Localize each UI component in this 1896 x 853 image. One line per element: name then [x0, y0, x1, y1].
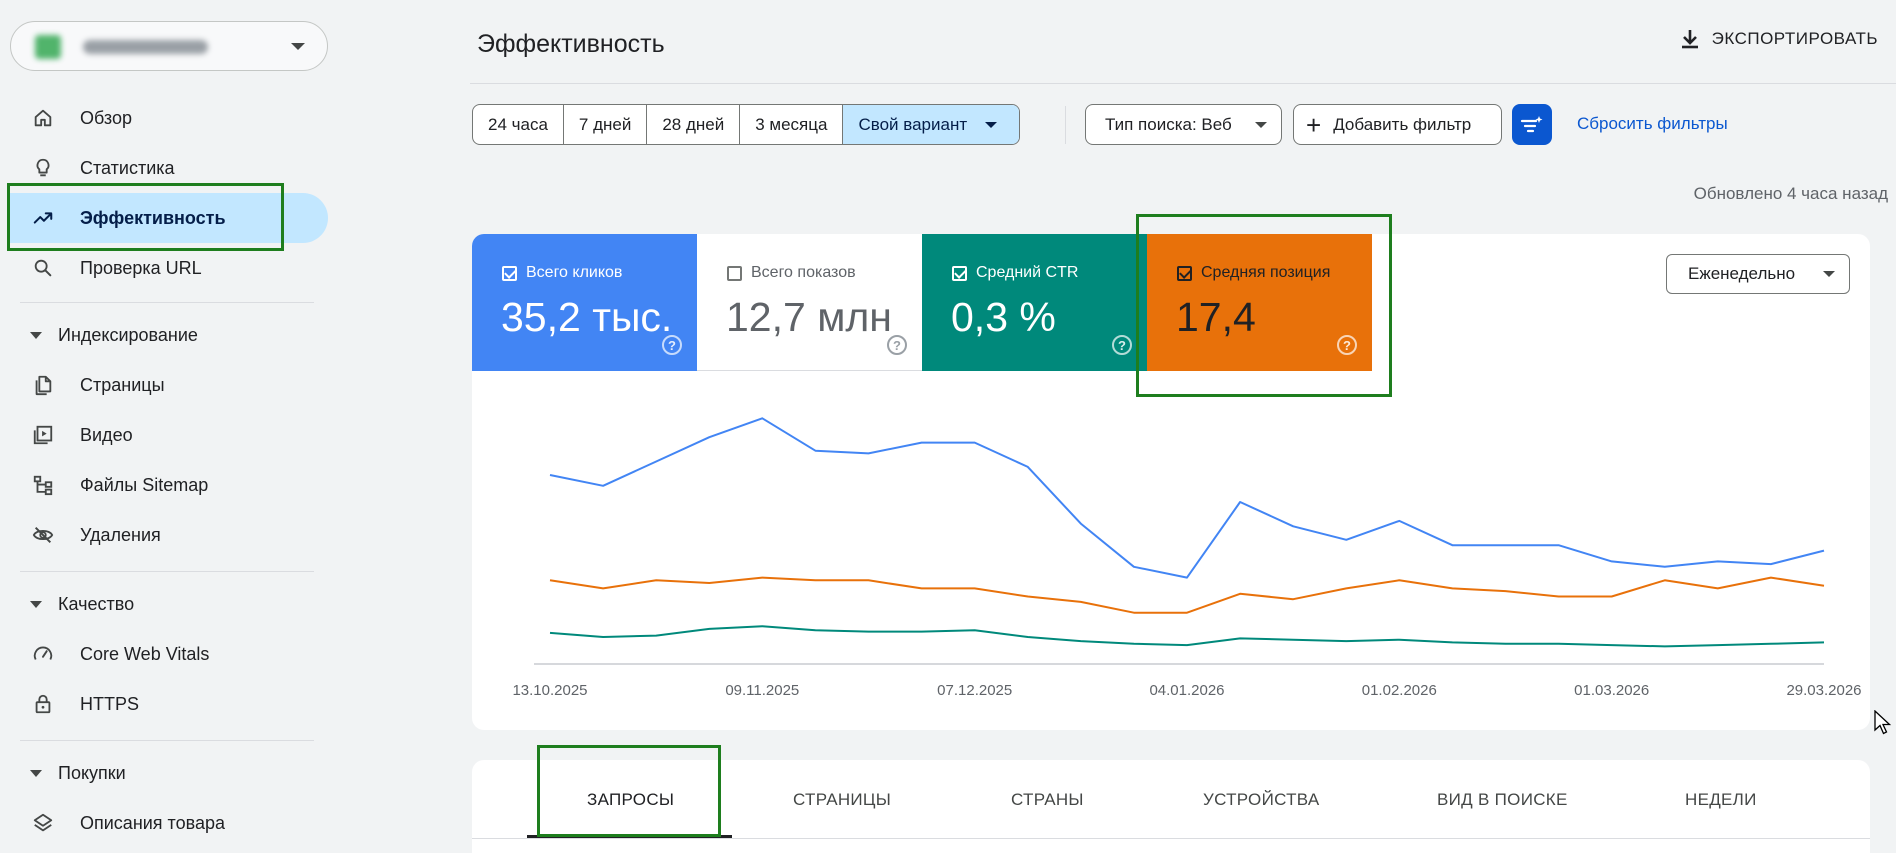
download-icon — [1681, 30, 1698, 49]
x-tick-label: 04.01.2026 — [1149, 682, 1224, 699]
sidebar: Обзор Статистика Эффективность Проверка … — [0, 0, 340, 853]
reset-filters-link[interactable]: Сбросить фильтры — [1577, 114, 1728, 134]
x-tick-label: 01.02.2026 — [1362, 682, 1437, 699]
highlight-box-queries-tab — [537, 745, 721, 837]
range-24h[interactable]: 24 часа — [473, 105, 564, 144]
range-3m[interactable]: 3 месяца — [740, 105, 844, 144]
sidebar-item-overview[interactable]: Обзор — [8, 93, 328, 143]
x-tick-label: 07.12.2025 — [937, 682, 1012, 699]
sidebar-item-label: Обзор — [80, 107, 132, 128]
highlight-box-performance — [7, 183, 284, 251]
gauge-icon — [30, 641, 56, 667]
sidebar-item-label: Описания товара — [80, 812, 226, 833]
range-7d[interactable]: 7 дней — [564, 105, 648, 144]
x-tick-label: 29.03.2026 — [1786, 682, 1861, 699]
sidebar-item-removals[interactable]: Удаления — [8, 510, 328, 560]
pages-icon — [30, 372, 56, 398]
sidebar-item-label: Core Web Vitals — [80, 643, 210, 664]
search-icon — [30, 255, 56, 281]
property-name-blurred — [83, 40, 208, 54]
range-custom[interactable]: Свой вариант — [843, 105, 1020, 144]
x-tick-label: 13.10.2025 — [512, 682, 587, 699]
filter-settings-button[interactable] — [1512, 104, 1552, 145]
sidebar-item-label: Файлы Sitemap — [80, 474, 209, 495]
tab-search-appearance[interactable]: ВИД В ПОИСКЕ — [1437, 790, 1568, 810]
property-logo-icon — [35, 35, 61, 59]
highlight-box-average-position — [1136, 214, 1392, 397]
last-updated-text: Обновлено 4 часа назад — [1693, 184, 1888, 203]
sitemap-icon — [30, 472, 56, 498]
sidebar-section-label: Качество — [58, 593, 135, 614]
tab-pages[interactable]: СТРАНИЦЫ — [793, 790, 891, 810]
tab-countries[interactable]: СТРАНЫ — [1011, 790, 1084, 810]
add-filter-label: Добавить фильтр — [1333, 114, 1472, 134]
search-type-label: Тип поиска: Веб — [1105, 114, 1232, 134]
export-label: ЭКСПОРТИРОВАТЬ — [1711, 29, 1878, 48]
add-filter-button[interactable]: + Добавить фильтр — [1293, 104, 1502, 145]
date-range-selector: 24 часа 7 дней 28 дней 3 месяца Свой вар… — [472, 104, 1021, 145]
sidebar-item-pages[interactable]: Страницы — [8, 360, 328, 410]
caret-down-icon — [30, 331, 42, 339]
tab-devices[interactable]: УСТРОЙСТВА — [1203, 790, 1320, 810]
caret-down-icon — [985, 121, 998, 128]
range-28d[interactable]: 28 дней — [647, 105, 741, 144]
sidebar-section-quality[interactable]: Качество — [30, 589, 134, 619]
sidebar-divider — [20, 302, 314, 303]
export-button[interactable]: ЭКСПОРТИРОВАТЬ — [1680, 28, 1878, 50]
sidebar-section-shopping[interactable]: Покупки — [30, 758, 126, 788]
caret-down-icon — [30, 600, 42, 608]
layers-icon — [30, 810, 56, 836]
property-selector[interactable] — [10, 21, 328, 71]
tab-weeks[interactable]: НЕДЕЛИ — [1685, 790, 1757, 810]
page-title: Эффективность — [477, 30, 665, 58]
caret-down-icon — [30, 769, 42, 777]
x-tick-label: 09.11.2025 — [725, 682, 799, 699]
lightbulb-icon — [30, 155, 56, 181]
search-console-page: Обзор Статистика Эффективность Проверка … — [0, 0, 1896, 853]
sidebar-section-indexing[interactable]: Индексирование — [30, 320, 198, 350]
sidebar-item-label: Проверка URL — [80, 257, 202, 278]
sidebar-item-product-snippets[interactable]: Описания товара — [8, 798, 328, 848]
series-line-0 — [549, 417, 1825, 579]
sidebar-item-label: Страницы — [80, 374, 165, 395]
home-icon — [30, 105, 56, 131]
sidebar-divider — [20, 571, 314, 572]
visibility-off-icon — [30, 522, 56, 548]
caret-down-icon — [1255, 122, 1267, 128]
sidebar-item-https[interactable]: HTTPS — [8, 679, 328, 729]
sidebar-item-label: Видео — [80, 424, 133, 445]
x-tick-label: 01.03.2026 — [1574, 682, 1649, 699]
filter-separator — [1065, 106, 1066, 144]
plus-icon: + — [1306, 109, 1322, 140]
sidebar-section-label: Индексирование — [58, 324, 198, 345]
range-custom-label: Свой вариант — [858, 114, 968, 134]
sidebar-item-core-web-vitals[interactable]: Core Web Vitals — [8, 629, 328, 679]
sidebar-divider — [20, 740, 314, 741]
mouse-cursor-icon — [1874, 710, 1892, 735]
sidebar-item-label: Удаления — [80, 524, 161, 545]
header-divider — [470, 83, 1896, 84]
chevron-down-icon — [291, 43, 305, 50]
series-line-2 — [549, 625, 1825, 648]
search-type-chip[interactable]: Тип поиска: Веб — [1085, 104, 1282, 145]
filter-sparkle-icon — [1520, 115, 1543, 132]
sidebar-item-video[interactable]: Видео — [8, 410, 328, 460]
sidebar-section-label: Покупки — [58, 762, 126, 783]
video-icon — [30, 422, 56, 448]
tabs-divider — [472, 838, 1870, 839]
sidebar-item-label: HTTPS — [80, 693, 140, 714]
sidebar-item-sitemaps[interactable]: Файлы Sitemap — [8, 460, 328, 510]
sidebar-item-label: Статистика — [80, 157, 175, 178]
series-line-1 — [549, 576, 1825, 614]
lock-icon — [30, 691, 56, 717]
